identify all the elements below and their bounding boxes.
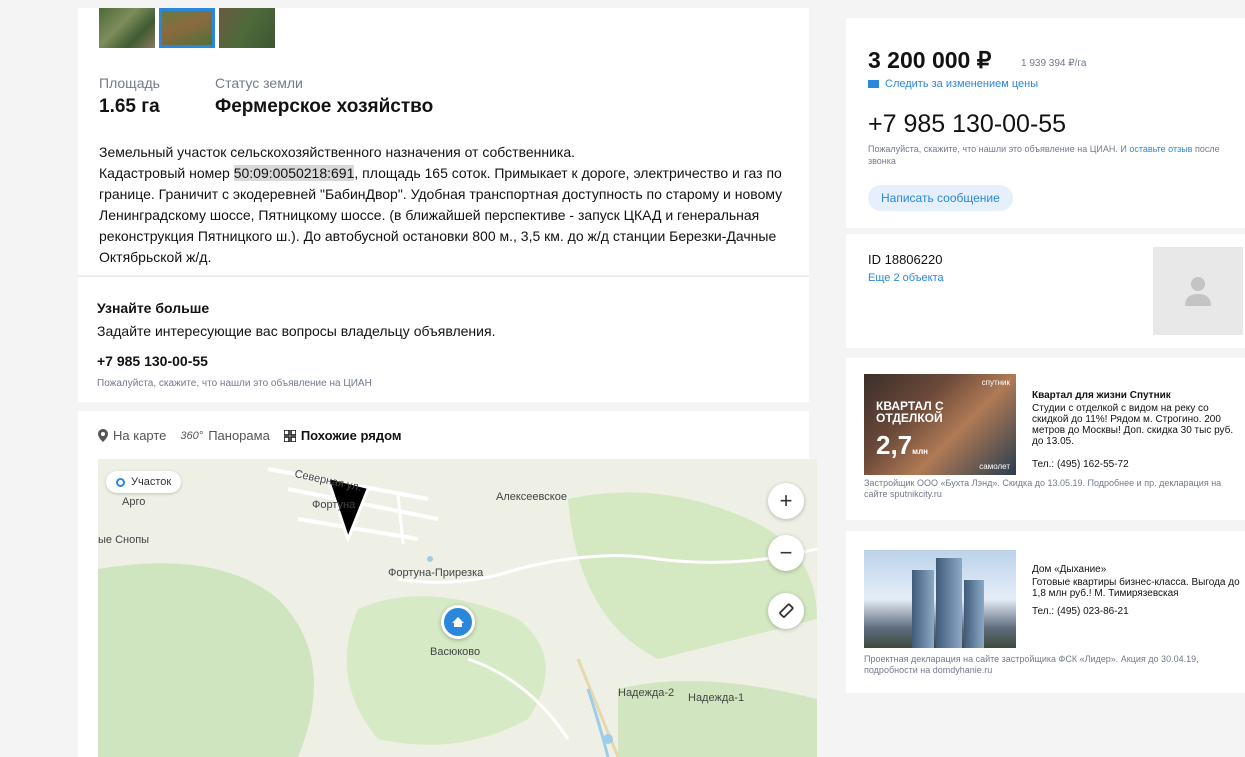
envelope-icon (868, 80, 879, 88)
avatar (1153, 247, 1243, 335)
ad-image-developer: самолет (979, 462, 1010, 471)
ad-text: Готовые квартиры бизнес-класса. Выгода д… (1032, 577, 1240, 599)
map-label-nadezhda1: Надежда-1 (688, 692, 745, 704)
cadastral-number: 50:09:0050218:691 (233, 165, 355, 181)
tab-panorama[interactable]: 360° Панорама (180, 428, 269, 443)
ad-image-dyhanie (864, 550, 1016, 648)
learn-more-note: Пожалуйста, скажите, что нашли это объяв… (97, 378, 372, 389)
price-card: 3 200 000 ₽ 1 939 394 ₽/га Следить за из… (846, 18, 1245, 228)
ad-card-sputnik[interactable]: спутник КВАРТАЛ С ОТДЕЛКОЙ 2,7млн самоле… (846, 358, 1245, 520)
house-icon (452, 617, 464, 627)
tab-on-map[interactable]: На карте (98, 428, 166, 443)
parcel-dot-icon (116, 477, 125, 487)
price-value: 3 200 000 ₽ (868, 47, 992, 73)
building-shape (964, 580, 984, 648)
listing-map-pin[interactable] (441, 605, 475, 639)
tab-panorama-label: Панорама (208, 428, 270, 443)
legend-label: Участок (131, 476, 172, 488)
ad-title: Дом «Дыхание» (1032, 564, 1107, 575)
zoom-in-button[interactable]: + (768, 483, 804, 519)
ad-image-headline: КВАРТАЛ С ОТДЕЛКОЙ (876, 399, 944, 425)
building-shape (912, 570, 934, 648)
ad-image-price: 2,7млн (876, 430, 928, 461)
photo-thumbnail[interactable] (99, 8, 155, 48)
watch-price-label: Следить за изменением цены (885, 78, 1039, 90)
price-per-area: 1 939 394 ₽/га (1021, 58, 1087, 69)
ad-image-brand: спутник (981, 378, 1010, 387)
area-label: Площадь (99, 75, 160, 91)
area-value: 1.65 га (99, 96, 160, 117)
description-pre: Кадастровый номер (99, 165, 234, 181)
ad-phone: Тел.: (495) 023-86-21 (1032, 606, 1129, 617)
map-tabs: На карте 360° Панорама Похожие рядом (98, 428, 402, 443)
photo-thumbnail[interactable] (219, 8, 275, 48)
owner-card: ID 18806220 Еще 2 объекта (846, 234, 1245, 348)
listing-info-card: Площадь 1.65 га Статус земли Фермерское … (78, 8, 809, 275)
building-shape (936, 558, 962, 648)
call-note: Пожалуйста, скажите, что нашли это объяв… (868, 143, 1228, 167)
map-label-argo: Арго (122, 496, 146, 508)
map-label-alekseevskoe: Алексеевское (496, 491, 567, 503)
more-objects-link[interactable]: Еще 2 объекта (868, 272, 944, 284)
ruler-icon (779, 603, 794, 618)
ad-footer: Проектная декларация на сайте застройщик… (864, 654, 1199, 675)
land-status-label: Статус земли (215, 75, 303, 91)
learn-more-title: Узнайте больше (97, 300, 210, 316)
ad-title: Квартал для жизни Спутник (1032, 390, 1171, 401)
map-label-fortuna-prirezka: Фортуна-Прирезка (388, 567, 484, 579)
tab-similar-nearby-label: Похожие рядом (300, 428, 402, 443)
tab-similar-nearby[interactable]: Похожие рядом (283, 428, 402, 443)
map-label-vasyukovo: Васюково (430, 646, 481, 658)
photo-thumbnails (99, 8, 275, 48)
write-message-button[interactable]: Написать сообщение (868, 185, 1013, 211)
ad-text: Студии с отделкой с видом на реку со ски… (1032, 403, 1234, 447)
zoom-out-button[interactable]: − (768, 535, 804, 571)
ad-footer: Застройщик ООО «Бухта Лэнд». Скидка до 1… (864, 478, 1222, 499)
map-label-snopy: ые Снопы (98, 534, 150, 546)
tab-on-map-label: На карте (113, 428, 167, 443)
ad-card-dyhanie[interactable]: Дом «Дыхание» Готовые квартиры бизнес-кл… (846, 531, 1245, 693)
watch-price-link[interactable]: Следить за изменением цены (868, 78, 1038, 90)
map-view[interactable]: Участок Северная ул. Фортуна Арго Алексе… (98, 459, 817, 757)
owner-id: ID 18806220 (868, 252, 943, 267)
minus-icon: − (779, 540, 793, 565)
map-card: На карте 360° Панорама Похожие рядом Уча… (78, 411, 817, 757)
panorama-360-icon: 360° (180, 429, 204, 442)
listing-description: Земельный участок сельскохозяйственного … (99, 142, 799, 268)
leave-review-link[interactable]: оставьте отзыв (1129, 144, 1192, 154)
photo-thumbnail-selected[interactable] (159, 8, 215, 48)
contact-phone[interactable]: +7 985 130-00-55 (868, 110, 1066, 139)
land-status-value: Фермерское хозяйство (215, 96, 434, 117)
description-line1: Земельный участок сельскохозяйственного … (99, 144, 576, 160)
map-label-nadezhda2: Надежда-2 (618, 687, 675, 699)
learn-more-card: Узнайте больше Задайте интересующие вас … (78, 276, 809, 402)
ad-image-sputnik: спутник КВАРТАЛ С ОТДЕЛКОЙ 2,7млн самоле… (864, 374, 1016, 475)
user-placeholder-icon (1185, 277, 1211, 306)
ad-image-price-value: 2,7 (876, 430, 913, 460)
ruler-button[interactable] (768, 593, 804, 629)
top-strip (0, 0, 1245, 8)
map-legend: Участок (106, 471, 182, 493)
pin-icon (98, 429, 108, 442)
grid-icon (283, 429, 296, 442)
learn-more-subtitle: Задайте интересующие вас вопросы владель… (97, 323, 496, 339)
ad-image-price-unit: млн (912, 447, 928, 456)
map-label-fortuna: Фортуна (312, 499, 356, 511)
learn-more-phone[interactable]: +7 985 130-00-55 (97, 353, 208, 369)
ad-phone: Тел.: (495) 162-55-72 (1032, 459, 1129, 470)
call-note-pre: Пожалуйста, скажите, что нашли это объяв… (868, 144, 1130, 154)
plus-icon: + (779, 488, 793, 513)
